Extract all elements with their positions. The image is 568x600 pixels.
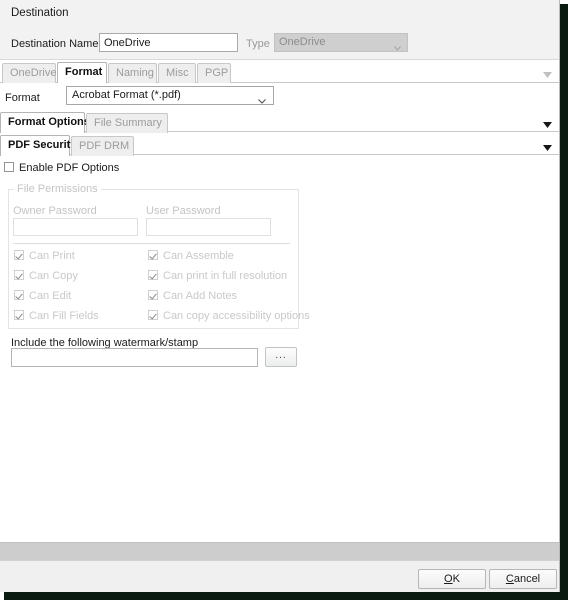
- permission-label: Can copy accessibility options: [163, 310, 310, 322]
- tab-format-options[interactable]: Format Options: [0, 112, 85, 133]
- checkbox-box: [14, 290, 24, 300]
- tab-label: File Summary: [94, 117, 162, 129]
- triangle-down-icon[interactable]: [543, 119, 552, 125]
- checkbox-box: [148, 310, 158, 320]
- cancel-accel: C: [506, 573, 514, 585]
- window-shadow-bottom: [4, 592, 568, 600]
- tab-naming[interactable]: Naming: [108, 63, 157, 83]
- dialog-header: Destination Destination Name Type OneDri…: [0, 0, 560, 60]
- permission-can-assemble[interactable]: Can Assemble: [148, 250, 234, 263]
- footer-separator-band: [0, 542, 560, 560]
- format-options-tab-strip: Format Options File Summary: [0, 111, 560, 132]
- format-select[interactable]: Acrobat Format (*.pdf): [66, 86, 274, 105]
- permission-label: Can Copy: [29, 270, 78, 282]
- tab-misc[interactable]: Misc: [158, 63, 196, 83]
- permission-label: Can Add Notes: [163, 290, 237, 302]
- tab-pgp[interactable]: PGP: [197, 63, 231, 83]
- tab-pdf-drm[interactable]: PDF DRM: [71, 136, 134, 156]
- enable-pdf-options-label: Enable PDF Options: [19, 162, 119, 174]
- window-shadow-corner-top-right: [560, 0, 568, 4]
- watermark-browse-button[interactable]: ...: [265, 347, 297, 367]
- permission-can-copy[interactable]: Can Copy: [14, 270, 78, 283]
- permission-label: Can Assemble: [163, 250, 234, 262]
- permission-can-copy-accessibility-options[interactable]: Can copy accessibility options: [148, 310, 310, 323]
- permission-can-add-notes[interactable]: Can Add Notes: [148, 290, 237, 303]
- watermark-input[interactable]: [11, 348, 258, 367]
- enable-pdf-options-checkbox[interactable]: Enable PDF Options: [4, 162, 119, 176]
- permission-can-fill-fields[interactable]: Can Fill Fields: [14, 310, 99, 323]
- triangle-down-icon[interactable]: [543, 69, 552, 75]
- window-shadow-corner-bottom-left: [0, 592, 4, 600]
- tab-label: Naming: [116, 67, 154, 79]
- destination-name-input[interactable]: [99, 33, 238, 52]
- chevron-down-icon: [258, 93, 266, 98]
- permission-can-print[interactable]: Can Print: [14, 250, 75, 263]
- tab-label: OneDrive: [10, 67, 56, 79]
- type-select[interactable]: OneDrive: [274, 33, 408, 52]
- permission-can-edit[interactable]: Can Edit: [14, 290, 71, 303]
- ok-accel: O: [444, 573, 453, 585]
- tab-label: PGP: [205, 67, 228, 79]
- ok-button[interactable]: OK: [418, 569, 486, 589]
- tab-label: PDF DRM: [79, 140, 129, 152]
- ok-rest: K: [453, 573, 460, 585]
- permissions-divider: [13, 243, 290, 244]
- tab-format[interactable]: Format: [57, 62, 107, 83]
- dialog-title: Destination: [11, 7, 69, 19]
- permission-label: Can Print: [29, 250, 75, 262]
- cancel-rest: ancel: [514, 573, 540, 585]
- format-label: Format: [5, 92, 40, 104]
- destination-name-label: Destination Name: [11, 38, 98, 50]
- permission-label: Can print in full resolution: [163, 270, 287, 282]
- checkbox-box: [148, 290, 158, 300]
- checkbox-box: [14, 270, 24, 280]
- tab-label: Format Options: [8, 116, 90, 128]
- destination-dialog: Destination Destination Name Type OneDri…: [0, 0, 560, 592]
- permission-label: Can Fill Fields: [29, 310, 99, 322]
- format-select-value: Acrobat Format (*.pdf): [72, 89, 181, 101]
- tab-file-summary[interactable]: File Summary: [86, 113, 168, 133]
- user-password-input[interactable]: [146, 218, 271, 236]
- pdf-security-tab-strip: PDF Security PDF DRM: [0, 134, 560, 155]
- triangle-down-icon[interactable]: [543, 142, 552, 148]
- checkbox-box: [148, 250, 158, 260]
- tab-label: PDF Security: [8, 139, 76, 151]
- file-permissions-legend: File Permissions: [14, 183, 101, 195]
- cancel-button[interactable]: Cancel: [489, 569, 557, 589]
- type-label: Type: [246, 38, 270, 50]
- checkbox-box: [4, 162, 14, 172]
- checkbox-box: [14, 250, 24, 260]
- tab-onedrive[interactable]: OneDrive: [2, 63, 56, 83]
- main-tab-strip: OneDrive Format Naming Misc PGP: [0, 61, 560, 83]
- checkbox-box: [14, 310, 24, 320]
- permission-label: Can Edit: [29, 290, 71, 302]
- owner-password-label: Owner Password: [13, 205, 97, 217]
- permission-can-print-full-resolution[interactable]: Can print in full resolution: [148, 270, 287, 283]
- checkbox-box: [148, 270, 158, 280]
- owner-password-input[interactable]: [13, 218, 138, 236]
- tab-pdf-security[interactable]: PDF Security: [0, 135, 70, 156]
- dialog-footer: OK Cancel: [0, 560, 560, 592]
- window-shadow-right: [560, 4, 568, 600]
- type-select-value: OneDrive: [279, 36, 325, 48]
- user-password-label: User Password: [146, 205, 221, 217]
- tab-label: Misc: [166, 67, 189, 79]
- chevron-down-icon: [394, 40, 401, 45]
- tab-label: Format: [65, 66, 102, 78]
